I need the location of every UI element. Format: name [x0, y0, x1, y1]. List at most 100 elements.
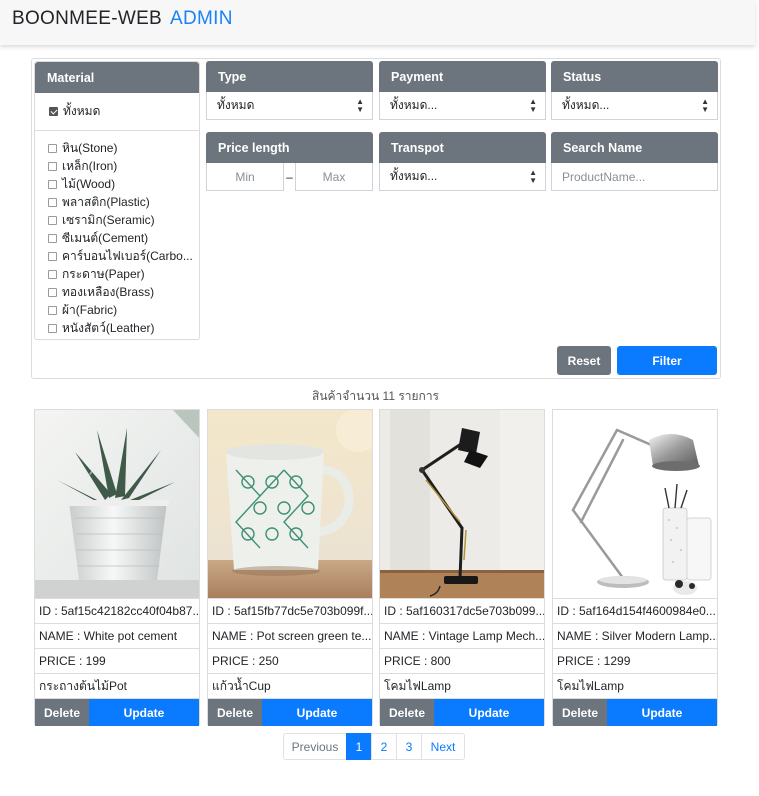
brand-admin-text: ADMIN	[170, 8, 233, 29]
product-card: ID : 5af15c42182cc40f04b87... NAME : Whi…	[34, 409, 200, 726]
update-button[interactable]: Update	[262, 699, 372, 726]
transpot-select-value: ทั้งหมด...	[390, 169, 438, 183]
material-checkbox[interactable]	[48, 323, 57, 333]
product-category: แก้วน้ำCup	[208, 674, 372, 699]
material-checkbox[interactable]	[48, 179, 57, 189]
product-name: NAME : Silver Modern Lamp...	[553, 624, 717, 649]
product-name: NAME : Pot screen green te...	[208, 624, 372, 649]
material-option[interactable]: ซีเมนต์(Cement)	[48, 229, 199, 247]
delete-button[interactable]: Delete	[35, 699, 89, 726]
top-navbar: BOONMEE-WEB ADMIN	[0, 0, 755, 45]
page-3-button[interactable]: 3	[396, 733, 422, 760]
vintage-lamp-photo[interactable]	[380, 410, 544, 599]
previous-page-button[interactable]: Previous	[283, 733, 347, 760]
material-option[interactable]: หนังสัตว์(Leather)	[48, 319, 199, 337]
product-card: ID : 5af160317dc5e703b099... NAME : Vint…	[379, 409, 545, 726]
material-checkbox[interactable]	[48, 269, 57, 279]
product-price: PRICE : 199	[35, 649, 199, 674]
price-max-input[interactable]: Max	[295, 163, 373, 191]
product-category: โคมไฟLamp	[553, 674, 717, 699]
material-option[interactable]: กระดาษ(Paper)	[48, 265, 199, 283]
material-option[interactable]: เซรามิก(Seramic)	[48, 211, 199, 229]
material-label: พลาสติก(Plastic)	[62, 194, 150, 209]
search-input[interactable]: ProductName...	[551, 163, 718, 191]
silver-lamp-photo[interactable]	[553, 410, 717, 599]
card-actions: Delete Update	[380, 699, 544, 726]
result-count: สินค้าจำนวน 11 รายการ	[312, 389, 439, 403]
next-page-button[interactable]: Next	[421, 733, 465, 760]
card-actions: Delete Update	[208, 699, 372, 726]
material-checkbox[interactable]	[48, 215, 57, 225]
material-option[interactable]: ไม้(Wood)	[48, 175, 199, 193]
material-checkbox[interactable]	[48, 251, 57, 261]
material-label: เหล็ก(Iron)	[62, 158, 118, 173]
type-filter: Type ทั้งหมด ▲ ▼	[206, 61, 373, 120]
product-card: ID : 5af164d154f4600984e0... NAME : Silv…	[552, 409, 718, 726]
delete-button[interactable]: Delete	[553, 699, 607, 726]
material-label: ผ้า(Fabric)	[62, 302, 118, 317]
material-label: คาร์บอนไฟเบอร์(Carbo...	[62, 248, 193, 263]
material-checkbox[interactable]	[48, 287, 57, 297]
product-id: ID : 5af164d154f4600984e0...	[553, 599, 717, 624]
product-card: ID : 5af15fb77dc5e703b099f... NAME : Pot…	[207, 409, 373, 726]
product-price: PRICE : 800	[380, 649, 544, 674]
product-name: NAME : White pot cement	[35, 624, 199, 649]
material-label: ไม้(Wood)	[62, 176, 116, 191]
payment-select-value: ทั้งหมด...	[390, 98, 438, 112]
update-button[interactable]: Update	[89, 699, 199, 726]
price-min-input[interactable]: Min	[206, 163, 284, 191]
transpot-filter: Transpot ทั้งหมด... ▲ ▼	[379, 132, 546, 191]
material-checkbox[interactable]	[48, 233, 57, 243]
material-all-option[interactable]: ทั้งหมด	[35, 93, 199, 131]
material-option[interactable]: หิน(Stone)	[48, 139, 199, 157]
material-checkbox[interactable]	[48, 305, 57, 315]
material-option[interactable]: ทองเหลือง(Brass)	[48, 283, 199, 301]
product-id: ID : 5af15fb77dc5e703b099f...	[208, 599, 372, 624]
material-label: ซีเมนต์(Cement)	[62, 230, 149, 245]
material-option[interactable]: คาร์บอนไฟเบอร์(Carbo...	[48, 247, 199, 265]
material-all-label: ทั้งหมด	[63, 104, 101, 118]
material-option[interactable]: พลาสติก(Plastic)	[48, 193, 199, 211]
reset-button[interactable]: Reset	[557, 346, 611, 375]
product-name: NAME : Vintage Lamp Mech...	[380, 624, 544, 649]
delete-button[interactable]: Delete	[208, 699, 262, 726]
price-separator: –	[286, 170, 293, 184]
product-category: กระถางต้นไม้Pot	[35, 674, 199, 699]
transpot-header: Transpot	[379, 132, 546, 163]
status-header: Status	[551, 61, 718, 92]
select-arrows-icon: ▲ ▼	[529, 167, 537, 185]
status-select-value: ทั้งหมด...	[562, 98, 610, 112]
material-header: Material	[35, 62, 199, 93]
material-all-checkbox[interactable]	[49, 107, 58, 116]
type-select[interactable]: ทั้งหมด ▲ ▼	[206, 92, 373, 120]
mug-photo[interactable]	[208, 410, 372, 599]
page-1-button[interactable]: 1	[346, 733, 372, 760]
material-option[interactable]: เหล็ก(Iron)	[48, 157, 199, 175]
material-filter: Material ทั้งหมด หิน(Stone) เหล็ก(Iron) …	[34, 61, 200, 340]
status-filter: Status ทั้งหมด... ▲ ▼	[551, 61, 718, 120]
material-option[interactable]: ผ้า(Fabric)	[48, 301, 199, 319]
material-checkbox[interactable]	[48, 143, 57, 153]
type-select-value: ทั้งหมด	[217, 98, 255, 112]
brand-main-text: BOONMEE-WEB	[12, 8, 163, 29]
plant-pot-photo[interactable]	[35, 410, 199, 599]
update-button[interactable]: Update	[607, 699, 717, 726]
select-arrows-icon: ▲ ▼	[356, 96, 364, 114]
transpot-select[interactable]: ทั้งหมด... ▲ ▼	[379, 163, 546, 191]
price-header: Price length	[206, 132, 373, 163]
delete-button[interactable]: Delete	[380, 699, 434, 726]
material-checkbox[interactable]	[48, 161, 57, 171]
update-button[interactable]: Update	[434, 699, 544, 726]
product-category: โคมไฟLamp	[380, 674, 544, 699]
filter-button[interactable]: Filter	[617, 346, 717, 375]
status-select[interactable]: ทั้งหมด... ▲ ▼	[551, 92, 718, 120]
payment-select[interactable]: ทั้งหมด... ▲ ▼	[379, 92, 546, 120]
material-checkbox[interactable]	[48, 197, 57, 207]
material-list: หิน(Stone) เหล็ก(Iron) ไม้(Wood) พลาสติก…	[35, 131, 199, 337]
page-2-button[interactable]: 2	[371, 733, 397, 760]
brand-logo[interactable]: BOONMEE-WEB ADMIN	[12, 8, 233, 30]
card-actions: Delete Update	[553, 699, 717, 726]
material-label: ทองเหลือง(Brass)	[62, 284, 155, 299]
material-label: เซรามิก(Seramic)	[62, 212, 155, 227]
product-price: PRICE : 250	[208, 649, 372, 674]
